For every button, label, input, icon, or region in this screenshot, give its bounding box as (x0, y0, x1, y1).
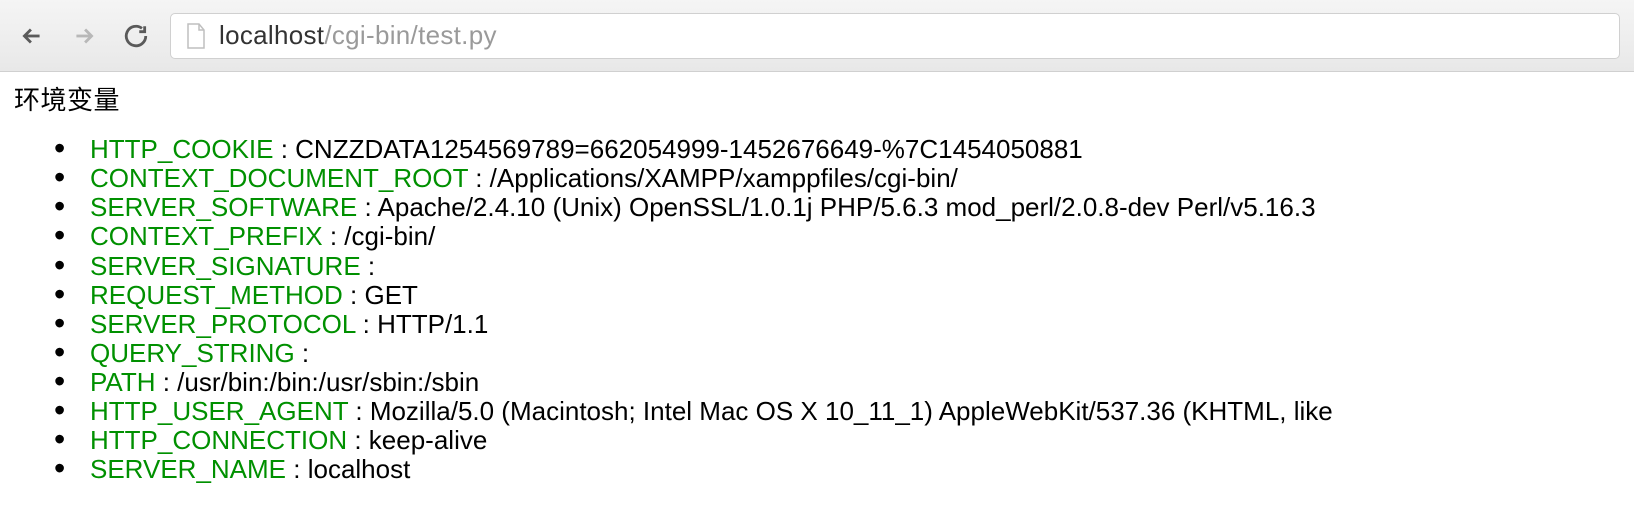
list-item: SERVER_SIGNATURE : (54, 252, 1626, 281)
env-key: CONTEXT_DOCUMENT_ROOT (90, 163, 468, 193)
list-item: REQUEST_METHOD : GET (54, 281, 1626, 310)
env-key: SERVER_PROTOCOL (90, 309, 355, 339)
list-item: SERVER_NAME : localhost (54, 455, 1626, 484)
env-value: /cgi-bin/ (344, 221, 435, 251)
browser-toolbar: localhost/cgi-bin/test.py (0, 0, 1634, 72)
arrow-right-icon (71, 23, 97, 49)
env-separator: : (361, 251, 375, 281)
env-separator: : (468, 163, 490, 193)
env-value: localhost (308, 454, 411, 484)
reload-icon (123, 23, 149, 49)
env-key: SERVER_SIGNATURE (90, 251, 361, 281)
env-value: HTTP/1.1 (377, 309, 488, 339)
env-key: REQUEST_METHOD (90, 280, 343, 310)
page-content: 环境变量 HTTP_COOKIE : CNZZDATA1254569789=66… (0, 72, 1634, 484)
env-separator: : (348, 396, 370, 426)
list-item: HTTP_COOKIE : CNZZDATA1254569789=6620549… (54, 135, 1626, 164)
url-text: localhost/cgi-bin/test.py (219, 20, 497, 51)
env-value: Apache/2.4.10 (Unix) OpenSSL/1.0.1j PHP/… (378, 192, 1316, 222)
env-value: keep-alive (369, 425, 488, 455)
list-item: QUERY_STRING : (54, 339, 1626, 368)
page-icon (185, 22, 207, 50)
env-key: SERVER_NAME (90, 454, 286, 484)
reload-button[interactable] (118, 18, 154, 54)
env-value: GET (364, 280, 417, 310)
url-path: /cgi-bin/test.py (324, 20, 496, 50)
back-button[interactable] (14, 18, 50, 54)
env-key: HTTP_COOKIE (90, 134, 273, 164)
arrow-left-icon (19, 23, 45, 49)
env-separator: : (323, 221, 345, 251)
env-key: CONTEXT_PREFIX (90, 221, 323, 251)
forward-button[interactable] (66, 18, 102, 54)
env-separator: : (347, 425, 369, 455)
env-separator: : (273, 134, 295, 164)
env-separator: : (357, 192, 377, 222)
list-item: CONTEXT_DOCUMENT_ROOT : /Applications/XA… (54, 164, 1626, 193)
env-value: Mozilla/5.0 (Macintosh; Intel Mac OS X 1… (370, 396, 1333, 426)
list-item: SERVER_PROTOCOL : HTTP/1.1 (54, 310, 1626, 339)
list-item: HTTP_USER_AGENT : Mozilla/5.0 (Macintosh… (54, 397, 1626, 426)
env-key: PATH (90, 367, 155, 397)
env-key: HTTP_USER_AGENT (90, 396, 348, 426)
page-title: 环境变量 (14, 86, 1626, 115)
env-separator: : (155, 367, 177, 397)
env-separator: : (343, 280, 365, 310)
list-item: PATH : /usr/bin:/bin:/usr/sbin:/sbin (54, 368, 1626, 397)
env-value: /Applications/XAMPP/xamppfiles/cgi-bin/ (490, 163, 958, 193)
list-item: SERVER_SOFTWARE : Apache/2.4.10 (Unix) O… (54, 193, 1626, 222)
env-separator: : (286, 454, 308, 484)
env-value: /usr/bin:/bin:/usr/sbin:/sbin (177, 367, 479, 397)
env-key: HTTP_CONNECTION (90, 425, 347, 455)
env-value: CNZZDATA1254569789=662054999-1452676649-… (295, 134, 1083, 164)
env-key: QUERY_STRING (90, 338, 295, 368)
list-item: HTTP_CONNECTION : keep-alive (54, 426, 1626, 455)
url-host: localhost (219, 20, 324, 50)
list-item: CONTEXT_PREFIX : /cgi-bin/ (54, 222, 1626, 251)
env-var-list: HTTP_COOKIE : CNZZDATA1254569789=6620549… (14, 135, 1626, 484)
env-key: SERVER_SOFTWARE (90, 192, 357, 222)
address-bar[interactable]: localhost/cgi-bin/test.py (170, 13, 1620, 59)
env-separator: : (355, 309, 377, 339)
env-separator: : (295, 338, 309, 368)
